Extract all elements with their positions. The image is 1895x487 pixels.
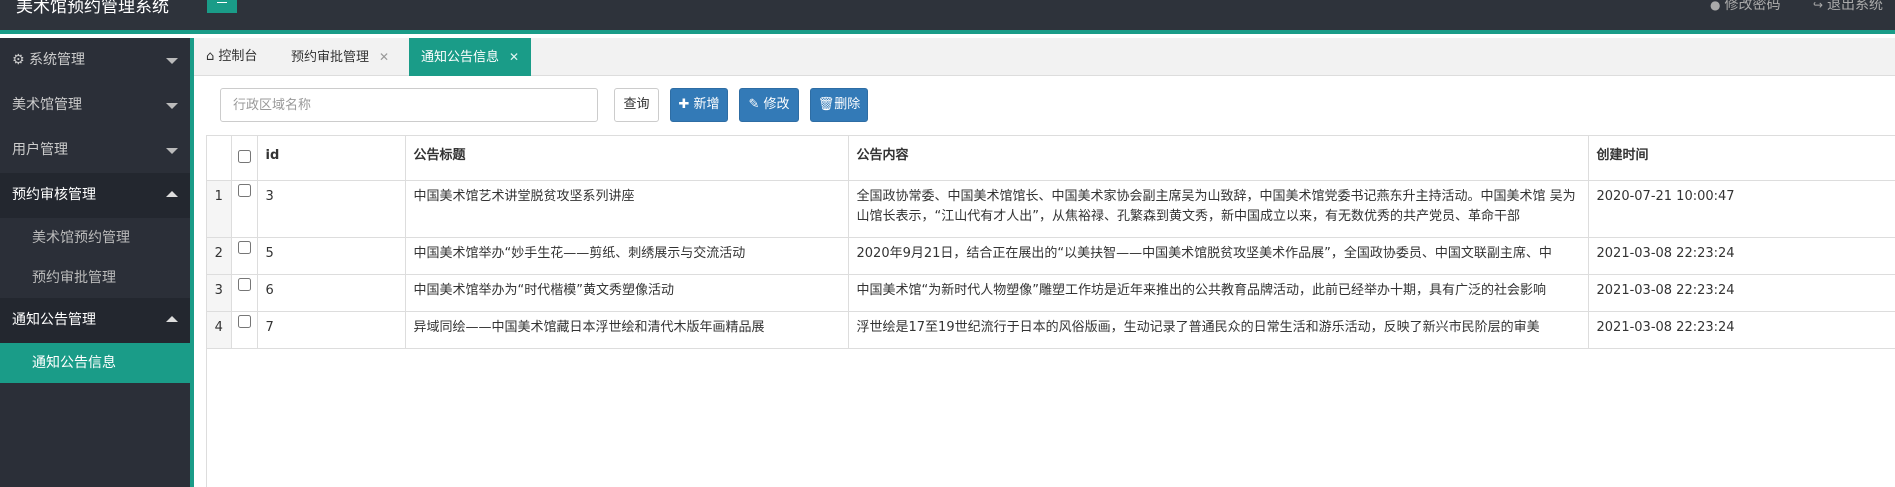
add-button[interactable]: ✚ 新增: [670, 88, 728, 122]
row-checkbox-cell: [231, 311, 258, 349]
close-icon[interactable]: ✕: [379, 50, 389, 64]
edit-button[interactable]: ✎ 修改: [739, 88, 799, 122]
select-all-checkbox[interactable]: [237, 150, 251, 163]
tab-bar: ⌂ 控制台 预约审批管理 ✕ 通知公告信息 ✕: [194, 38, 1895, 76]
table-row[interactable]: 4 7 异域同绘——中国美术馆藏日本浮世绘和清代木版年画精品展 浮世绘是17至1…: [207, 311, 1895, 349]
cell-id: 3: [257, 180, 406, 238]
sidebar-item-users[interactable]: 用户管理: [0, 128, 190, 173]
search-input[interactable]: [220, 88, 598, 122]
caret-up-icon: [166, 191, 178, 197]
sidebar-item-gallery[interactable]: 美术馆管理: [0, 83, 190, 128]
table-row[interactable]: 3 6 中国美术馆举办为“时代楷模”黄文秀塑像活动 中国美术馆“为新时代人物塑像…: [207, 274, 1895, 312]
cell-id: 7: [257, 311, 406, 349]
sidebar-item-system[interactable]: ⚙ 系统管理: [0, 38, 190, 83]
sidebar-subitem-gallery-reservation[interactable]: 美术馆预约管理: [0, 218, 190, 258]
cell-created: 2020-07-21 10:00:47: [1588, 180, 1895, 238]
caret-down-icon: [166, 148, 178, 154]
cell-created: 2021-03-08 22:23:24: [1588, 311, 1895, 349]
cell-content: 中国美术馆“为新时代人物塑像”雕塑工作坊是近年来推出的公共教育品牌活动，此前已经…: [848, 274, 1589, 312]
hamburger-icon: [217, 2, 227, 3]
trash-icon: 🗑: [817, 97, 835, 112]
menu-toggle-button[interactable]: [207, 0, 237, 13]
column-header-title[interactable]: 公告标题: [405, 136, 849, 181]
top-right-actions: ● 修改密码 ↪ 退出系统: [1682, 0, 1883, 14]
sidebar-item-reservation-review[interactable]: 预约审核管理: [0, 173, 190, 218]
notice-table: id 公告标题 公告内容 创建时间 1 3 中国美术馆艺术讲堂脱贫攻坚系列讲座 …: [206, 135, 1895, 487]
sidebar: ⚙ 系统管理 美术馆管理 用户管理 预约审核管理 美术馆预约管理 预约审批管理 …: [0, 38, 190, 487]
select-all-checkbox-cell: [231, 136, 258, 181]
cell-title: 中国美术馆举办“妙手生花——剪纸、刺绣展示与交流活动: [405, 237, 849, 275]
row-checkbox-cell: [231, 274, 258, 312]
query-button[interactable]: 查询: [614, 88, 659, 122]
plus-icon: ✚: [678, 97, 690, 112]
table-row[interactable]: 2 5 中国美术馆举办“妙手生花——剪纸、刺绣展示与交流活动 2020年9月21…: [207, 237, 1895, 275]
cell-content: 2020年9月21日，结合正在展出的“以美扶智——中国美术馆脱贫攻坚美术作品展”…: [848, 237, 1589, 275]
row-checkbox[interactable]: [237, 278, 251, 291]
row-checkbox[interactable]: [237, 315, 251, 328]
column-header-content[interactable]: 公告内容: [848, 136, 1589, 181]
home-icon: ⌂: [206, 49, 215, 64]
row-number: 4: [207, 311, 232, 349]
logout-link[interactable]: ↪ 退出系统: [1813, 0, 1883, 13]
caret-down-icon: [166, 103, 178, 109]
row-checkbox[interactable]: [237, 184, 251, 197]
cell-content: 浮世绘是17至19世纪流行于日本的风俗版画，生动记录了普通民众的日常生活和游乐活…: [848, 311, 1589, 349]
table-row[interactable]: 1 3 中国美术馆艺术讲堂脱贫攻坚系列讲座 全国政协常委、中国美术馆馆长、中国美…: [207, 180, 1895, 238]
row-number-header: [207, 136, 232, 181]
logout-icon: ↪: [1812, 0, 1823, 12]
cell-title: 中国美术馆艺术讲堂脱贫攻坚系列讲座: [405, 180, 849, 238]
caret-down-icon: [166, 58, 178, 64]
row-checkbox-cell: [231, 237, 258, 275]
toolbar: 查询 ✚ 新增 ✎ 修改 🗑删除: [194, 88, 1895, 128]
cell-title: 异域同绘——中国美术馆藏日本浮世绘和清代木版年画精品展: [405, 311, 849, 349]
tab-notice-info[interactable]: 通知公告信息 ✕: [409, 38, 532, 76]
cell-content: 全国政协常委、中国美术馆馆长、中国美术家协会副主席吴为山致辞，中国美术馆党委书记…: [848, 180, 1589, 238]
lock-icon: ●: [1710, 0, 1721, 12]
delete-button[interactable]: 🗑删除: [810, 88, 868, 122]
close-icon[interactable]: ✕: [509, 50, 519, 64]
column-header-created[interactable]: 创建时间: [1588, 136, 1895, 181]
column-header-id[interactable]: id: [257, 136, 406, 181]
cell-id: 5: [257, 237, 406, 275]
gear-icon: ⚙: [12, 52, 25, 68]
tab-reservation-approval[interactable]: 预约审批管理 ✕: [279, 38, 401, 76]
row-number: 2: [207, 237, 232, 275]
caret-up-icon: [166, 316, 178, 322]
cell-id: 6: [257, 274, 406, 312]
row-checkbox[interactable]: [237, 241, 251, 254]
edit-icon: ✎: [748, 97, 760, 112]
cell-title: 中国美术馆举办为“时代楷模”黄文秀塑像活动: [405, 274, 849, 312]
row-checkbox-cell: [231, 180, 258, 238]
table-header-row: id 公告标题 公告内容 创建时间: [207, 136, 1895, 181]
sidebar-subitem-notice-info[interactable]: 通知公告信息: [0, 343, 190, 383]
tab-console[interactable]: ⌂ 控制台: [194, 38, 269, 76]
sidebar-subitem-reservation-approval[interactable]: 预约审批管理: [0, 258, 190, 298]
change-password-link[interactable]: ● 修改密码: [1710, 0, 1780, 13]
cell-created: 2021-03-08 22:23:24: [1588, 274, 1895, 312]
sidebar-item-notice[interactable]: 通知公告管理: [0, 298, 190, 343]
app-title: 美术馆预约管理系统: [16, 0, 169, 17]
cell-created: 2021-03-08 22:23:24: [1588, 237, 1895, 275]
row-number: 3: [207, 274, 232, 312]
top-bar: 美术馆预约管理系统 ● 修改密码 ↪ 退出系统: [0, 0, 1895, 34]
row-number: 1: [207, 180, 232, 238]
main-content: ⌂ 控制台 预约审批管理✕ 通知公告信息✕ 查询 ✚ 新增 ✎ 修改 🗑删除: [194, 38, 1895, 487]
